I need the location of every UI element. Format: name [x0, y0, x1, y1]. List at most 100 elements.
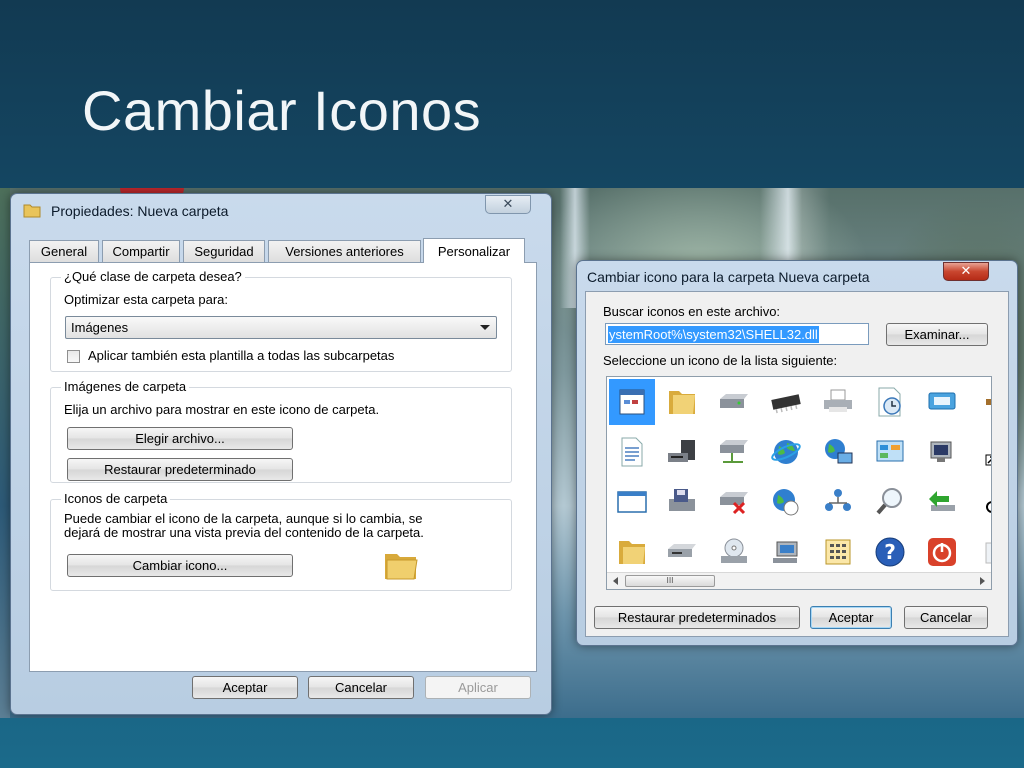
icon-option[interactable] [815, 379, 861, 425]
icon-option[interactable] [815, 529, 861, 575]
tab-customize[interactable]: Personalizar [423, 238, 525, 263]
icon-option[interactable] [919, 379, 965, 425]
properties-window: Propiedades: Nueva carpeta ✕ General Com… [10, 193, 552, 715]
icon-option[interactable] [971, 479, 991, 525]
icon-option[interactable]: ? [867, 529, 913, 575]
removable-drive-icon [668, 544, 696, 557]
folder-pictures-description: Elija un archivo para mostrar en este ic… [64, 402, 380, 417]
icon-option[interactable] [867, 429, 913, 475]
scroll-right-icon[interactable] [980, 577, 985, 585]
control-panel-icon [876, 440, 904, 462]
ok-button[interactable]: Aceptar [192, 676, 298, 699]
icon-option[interactable] [609, 529, 655, 575]
blank-window-icon [617, 491, 647, 513]
folder-icon [669, 391, 695, 414]
icon-option[interactable] [659, 529, 705, 575]
icon-option[interactable] [711, 379, 757, 425]
icon-option[interactable] [919, 529, 965, 575]
icon-list[interactable]: ? III [606, 376, 992, 590]
network-drive-icon [720, 440, 748, 463]
restore-defaults-button[interactable]: Restaurar predeterminados [594, 606, 800, 629]
icon-option[interactable] [763, 529, 809, 575]
tab-security[interactable]: Seguridad [183, 240, 265, 262]
desktop-edge [0, 188, 10, 718]
dialog-title: Cambiar icono para la carpeta Nueva carp… [587, 269, 870, 285]
floppy-disk-icon [669, 489, 695, 511]
icon-option[interactable] [815, 429, 861, 475]
globe-download-icon [773, 489, 799, 516]
search-icon [876, 488, 902, 515]
choose-file-button[interactable]: Elegir archivo... [67, 427, 293, 450]
icon-option[interactable] [763, 479, 809, 525]
group-label: ¿Qué clase de carpeta desea? [61, 269, 245, 284]
cd-drive-icon [721, 538, 747, 563]
folder-icons-description-line1: Puede cambiar el icono de la carpeta, au… [64, 511, 423, 526]
tab-previous-versions[interactable]: Versiones anteriores [268, 240, 421, 262]
folder-icon [385, 554, 418, 580]
window-title: Propiedades: Nueva carpeta [51, 203, 229, 219]
tab-general[interactable]: General [29, 240, 99, 262]
close-button[interactable]: ✕ [943, 262, 989, 281]
icon-list-label: Seleccione un icono de la lista siguient… [603, 353, 838, 368]
icon-option[interactable] [919, 479, 965, 525]
group-label: Imágenes de carpeta [61, 379, 190, 394]
close-icon: ✕ [502, 197, 514, 212]
scroll-thumb[interactable]: III [625, 575, 715, 587]
scroll-left-icon[interactable] [613, 577, 618, 585]
clock-document-icon [878, 387, 901, 417]
disconnected-drive-icon [720, 492, 748, 515]
power-icon [928, 538, 956, 566]
icon-option[interactable] [763, 429, 809, 475]
cancel-button[interactable]: Cancelar [904, 606, 988, 629]
icon-option[interactable] [763, 379, 809, 425]
restore-default-button[interactable]: Restaurar predeterminado [67, 458, 293, 481]
icon-option[interactable] [867, 379, 913, 425]
tab-sharing[interactable]: Compartir [102, 240, 180, 262]
icon-option[interactable] [711, 429, 757, 475]
green-arrow-icon [929, 491, 955, 511]
close-button[interactable]: ✕ [485, 195, 531, 214]
change-icon-dialog: Cambiar icono para la carpeta Nueva carp… [576, 260, 1018, 646]
text-document-icon [621, 437, 643, 467]
optimize-dropdown[interactable]: Imágenes [65, 316, 497, 339]
icon-option[interactable] [659, 429, 705, 475]
file-path-input[interactable]: ystemRoot%\system32\SHELL32.dll [605, 323, 869, 345]
monitor-network-icon [773, 541, 798, 563]
ok-button[interactable]: Aceptar [810, 606, 892, 629]
group-label: Iconos de carpeta [61, 491, 171, 506]
printer-icon [824, 389, 852, 412]
icon-option[interactable] [867, 479, 913, 525]
icon-option[interactable] [659, 479, 705, 525]
apply-subfolders-checkbox[interactable] [67, 350, 80, 363]
apply-subfolders-label: Aplicar también esta plantilla a todas l… [88, 348, 395, 363]
partial-icon [986, 399, 991, 405]
icon-option[interactable] [659, 379, 705, 425]
shortcut-arrow-icon [985, 454, 991, 466]
cancel-button[interactable]: Cancelar [308, 676, 414, 699]
icon-option[interactable] [971, 529, 991, 575]
slide-title: Cambiar Iconos [82, 79, 482, 142]
icon-option[interactable] [609, 379, 655, 425]
monitor-icon [930, 441, 952, 462]
folder-icons-group: Iconos de carpeta Puede cambiar el icono… [50, 491, 512, 591]
change-icon-button[interactable]: Cambiar icono... [67, 554, 293, 577]
horizontal-scrollbar[interactable]: III [607, 572, 991, 589]
icon-option[interactable] [971, 429, 991, 475]
icon-option[interactable] [609, 479, 655, 525]
file-path-value: ystemRoot%\system32\SHELL32.dll [608, 325, 819, 343]
partial-icon [986, 501, 991, 513]
browse-button[interactable]: Examinar... [886, 323, 988, 346]
icon-option[interactable] [711, 529, 757, 575]
icon-option[interactable] [971, 379, 991, 425]
svg-text:?: ? [884, 540, 896, 564]
globe-icon [771, 440, 801, 464]
application-window-icon [619, 389, 645, 415]
icon-option[interactable] [609, 429, 655, 475]
optimize-label: Optimizar esta carpeta para: [64, 292, 229, 307]
open-folder-icon [619, 541, 645, 564]
icon-option[interactable] [815, 479, 861, 525]
close-icon: ✕ [960, 264, 972, 279]
network-globe-icon [825, 439, 853, 464]
icon-option[interactable] [919, 429, 965, 475]
icon-option[interactable] [711, 479, 757, 525]
